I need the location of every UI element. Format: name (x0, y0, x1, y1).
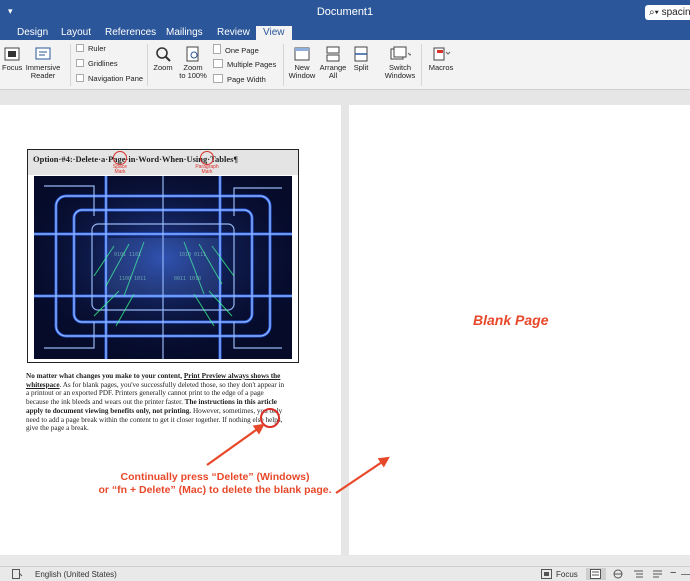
immersive-reader-icon (35, 47, 51, 60)
split-button[interactable]: Split (349, 46, 373, 72)
print-layout-view-active[interactable] (586, 568, 606, 580)
word-window: ▾ Document1 ⌕▾ spacing Design Layout Ref… (0, 0, 690, 581)
circuit-board-image: 0101 1101 1010 0111 1100 1011 0011 1010 (34, 176, 292, 359)
tab-review[interactable]: Review (217, 26, 250, 40)
ribbon-separator (147, 44, 148, 86)
focus-status[interactable]: Focus (556, 570, 578, 579)
instruction-line-1: Continually press “Delete” (Windows) (120, 471, 310, 483)
focus-button[interactable]: Focus (2, 46, 22, 72)
magnifier-icon (156, 47, 171, 62)
search-icon: ⌕▾ (649, 7, 659, 18)
focus-icon (4, 47, 20, 61)
zoom-page-icon (186, 46, 199, 62)
ribbon-tabs: Design Layout References Mailings Review… (0, 25, 690, 40)
navigation-pane-checkbox[interactable]: Navigation Pane (76, 74, 143, 84)
checkbox-icon (76, 44, 84, 52)
space-mark-label: Space Mark (112, 164, 128, 175)
search-input[interactable]: spacing (662, 7, 690, 18)
focus-mode-icon[interactable] (541, 569, 552, 579)
outline-view-icon[interactable] (633, 569, 644, 579)
zoom-100-button[interactable]: Zoom to 100% (177, 46, 209, 80)
body-bold-1: No matter what changes you make to your … (26, 372, 184, 380)
space-mark-circle (113, 151, 127, 165)
body-paragraph[interactable]: No matter what changes you make to your … (26, 372, 286, 433)
print-layout-icon (590, 569, 601, 579)
switch-windows-icon (390, 46, 411, 60)
paragraph-mark-circle (200, 151, 214, 165)
draft-view-icon[interactable] (652, 569, 663, 579)
tab-layout[interactable]: Layout (61, 26, 91, 40)
instruction-line-2: or “fn + Delete” (Mac) to delete the bla… (98, 484, 332, 496)
macros-button[interactable]: Macros (427, 46, 455, 72)
split-icon (354, 46, 368, 62)
document-page-2[interactable] (349, 105, 690, 555)
zoom-button[interactable]: Zoom (151, 46, 175, 72)
cursor-circle (260, 408, 280, 428)
checkbox-icon (76, 59, 84, 67)
ribbon-separator (70, 44, 71, 86)
document-title: Document1 (316, 6, 374, 18)
search-box[interactable]: ⌕▾ spacing (645, 5, 690, 20)
ribbon-separator (421, 44, 422, 86)
paragraph-mark-label: Paragraph Mark (195, 164, 219, 175)
macros-icon (433, 47, 451, 61)
blank-page-label: Blank Page (473, 312, 549, 328)
page-width-icon (213, 74, 223, 83)
checkbox-icon (76, 74, 84, 82)
proofing-icon[interactable] (12, 569, 23, 579)
tab-view[interactable]: View (256, 26, 292, 40)
ribbon-separator (283, 44, 284, 86)
new-window-icon (294, 47, 310, 61)
tab-mailings[interactable]: Mailings (166, 26, 203, 40)
document-area[interactable]: Option·#4:·Delete·a·Page·in·Word·When·Us… (0, 90, 690, 556)
language-status[interactable]: English (United States) (35, 570, 117, 579)
screenshot-figure: Option·#4:·Delete·a·Page·in·Word·When·Us… (27, 149, 299, 363)
ribbon-view: Focus Immersive Reader Ruler Gridlines N… (0, 40, 690, 90)
page-width-button[interactable]: Page Width (213, 74, 266, 85)
circuit-board-graphic: 0101 1101 1010 0111 1100 1011 0011 1010 (34, 176, 292, 359)
one-page-icon (213, 44, 221, 54)
multiple-pages-icon (213, 59, 223, 68)
instruction-text: Continually press “Delete” (Windows) or … (60, 471, 370, 497)
gridlines-checkbox[interactable]: Gridlines (76, 59, 118, 69)
status-bar: English (United States) Focus − (0, 566, 690, 581)
arrange-all-icon (326, 46, 340, 62)
tab-design[interactable]: Design (17, 26, 48, 40)
title-bar: ▾ Document1 ⌕▾ spacing (0, 0, 690, 25)
zoom-slider[interactable] (681, 574, 690, 575)
tab-references[interactable]: References (105, 26, 156, 40)
arrange-all-button[interactable]: Arrange All (318, 46, 348, 80)
multiple-pages-button[interactable]: Multiple Pages (213, 59, 276, 70)
one-page-button[interactable]: One Page (213, 44, 259, 56)
switch-windows-button[interactable]: Switch Windows (382, 46, 418, 80)
web-layout-icon[interactable] (613, 569, 624, 579)
immersive-reader-button[interactable]: Immersive Reader (24, 46, 62, 80)
ruler-checkbox[interactable]: Ruler (76, 44, 106, 54)
new-window-button[interactable]: New Window (287, 46, 317, 80)
zoom-out-icon[interactable]: − (670, 567, 676, 579)
